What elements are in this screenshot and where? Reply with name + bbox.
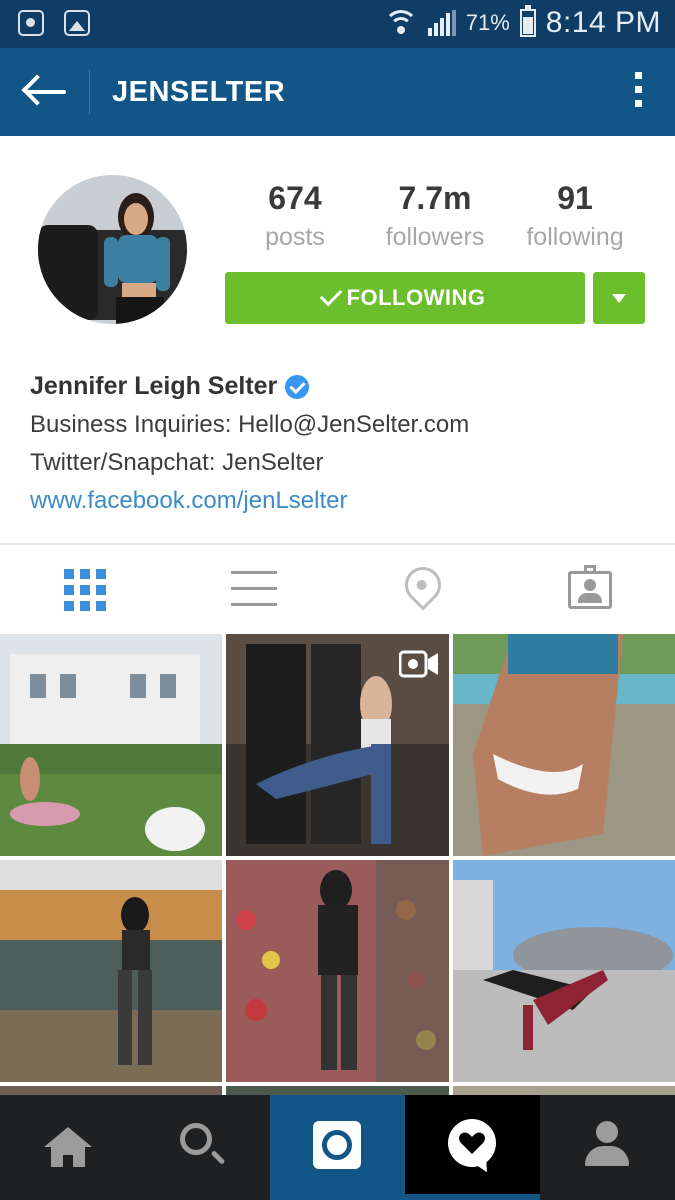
following-button[interactable]: FOLLOWING — [225, 272, 585, 324]
photo-grid-item[interactable] — [453, 860, 675, 1082]
location-pin-icon — [397, 559, 448, 611]
overflow-menu-button[interactable] — [631, 72, 645, 112]
stat-value: 91 — [557, 180, 593, 216]
wifi-icon — [383, 10, 418, 36]
tab-photo-map[interactable] — [338, 545, 507, 633]
profile-stats: 674 posts 7.7m followers 91 following — [225, 180, 645, 252]
suggestions-dropdown-button[interactable] — [593, 272, 645, 324]
overflow-menu-icon — [631, 72, 645, 107]
photo-grid-item[interactable] — [226, 634, 449, 856]
signal-icon — [427, 10, 456, 36]
bio-line: Business Inquiries: Hello@JenSelter.com — [30, 411, 470, 438]
profile-icon — [585, 1121, 629, 1167]
stat-posts[interactable]: 674 posts — [225, 180, 365, 252]
stat-value: 7.7m — [398, 180, 472, 216]
video-camera-icon — [399, 648, 439, 680]
camera-icon — [313, 1121, 361, 1169]
photo-grid-item[interactable] — [0, 860, 222, 1082]
page-title: JENSELTER — [112, 76, 286, 108]
search-icon — [180, 1123, 212, 1155]
view-tabs — [0, 545, 675, 633]
photo-grid-item[interactable] — [226, 860, 449, 1082]
photo-grid-item[interactable] — [0, 634, 222, 856]
app-bar: JENSELTER — [0, 48, 675, 136]
tagged-photos-icon — [568, 571, 613, 609]
stat-followers[interactable]: 7.7m followers — [365, 180, 505, 252]
photo-grid-item[interactable] — [453, 634, 675, 856]
avatar[interactable] — [38, 175, 187, 324]
chevron-down-icon — [612, 294, 626, 303]
activity-icon — [448, 1119, 496, 1167]
profile-name-row: Jennifer Leigh Selter — [30, 372, 650, 401]
app-bar-divider — [89, 70, 90, 114]
following-button-label: FOLLOWING — [346, 285, 486, 310]
bio-line: Twitter/Snapchat: JenSelter — [30, 449, 324, 476]
grid-view-icon — [64, 569, 106, 611]
list-view-icon — [230, 571, 277, 619]
tab-grid-view[interactable] — [0, 545, 169, 633]
back-button[interactable] — [20, 70, 70, 114]
nav-home[interactable] — [0, 1095, 135, 1200]
battery-percent: 71% — [465, 10, 510, 35]
bio-website-link[interactable]: www.facebook.com/jenLselter — [30, 487, 650, 515]
home-icon — [44, 1127, 92, 1167]
stat-label: posts — [265, 223, 325, 251]
check-icon — [319, 283, 342, 307]
stat-following[interactable]: 91 following — [505, 180, 645, 252]
profile-bio: Jennifer Leigh Selter Business Inquiries… — [30, 372, 650, 515]
tab-list-view[interactable] — [169, 545, 338, 633]
profile-name: Jennifer Leigh Selter — [30, 372, 278, 400]
status-bar: 71% 8:14 PM — [0, 0, 675, 48]
gallery-icon — [64, 10, 90, 36]
stat-label: following — [526, 223, 624, 251]
battery-icon — [519, 5, 536, 37]
tab-tagged-photos[interactable] — [506, 545, 675, 633]
voicemail-icon — [18, 10, 44, 36]
clock: 8:14 PM — [545, 6, 661, 39]
stat-label: followers — [385, 223, 485, 251]
stat-value: 674 — [268, 180, 322, 216]
verified-badge-icon — [285, 374, 310, 399]
